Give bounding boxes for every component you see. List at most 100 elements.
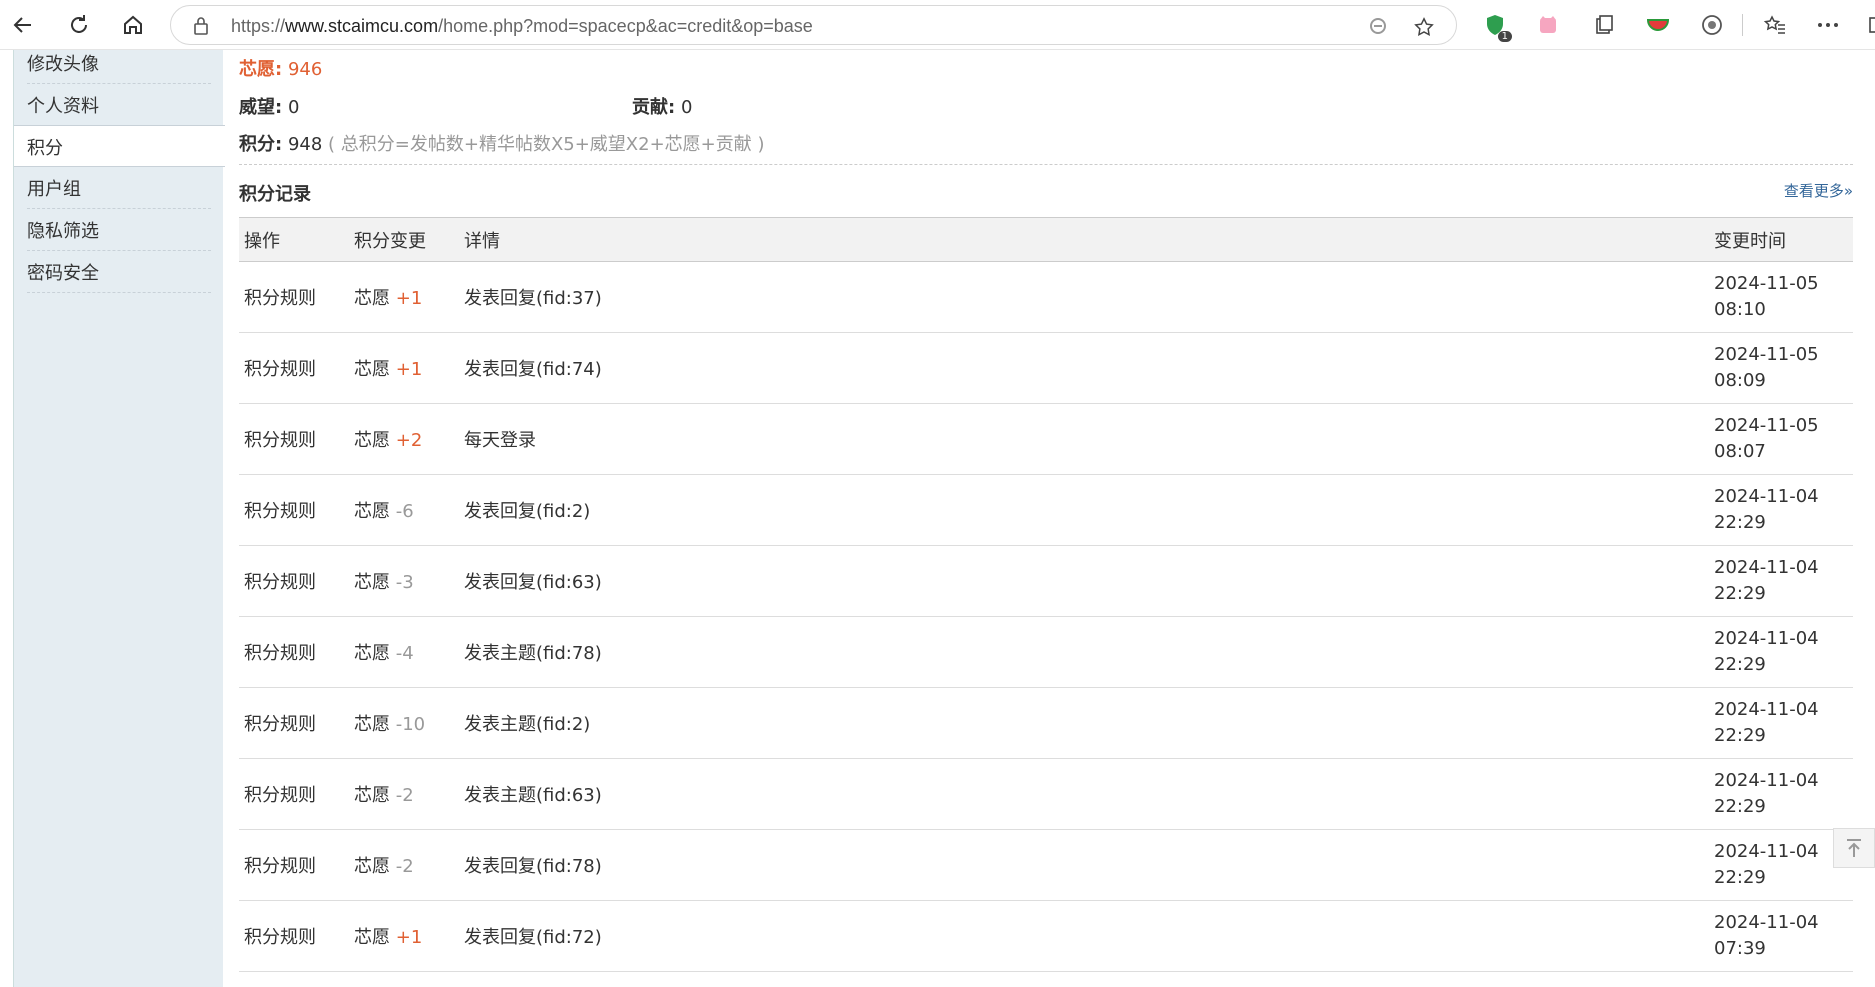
sidebar-item-label: 个人资料 [27,96,99,117]
table-header-row: 操作 积分变更 详情 变更时间 [239,217,1853,262]
table-row: 积分规则 芯愿 -2 发表回复(fid:78) 2024-11-04 22:29 [239,829,1853,901]
cell-change: 芯愿 +1 [349,332,459,404]
stat-value: 0 [287,97,300,118]
stat-gongxian: 贡献: 0 [632,93,692,119]
watermelon-extension-icon[interactable] [1645,12,1671,38]
stat-label: 积分: [239,134,283,155]
browser-toolbar: https://www.stcaimcu.com/home.php?mod=sp… [0,0,1875,50]
credit-formula: ( 总积分=发帖数+精华帖数X5+威望X2+芯愿+贡献 ) [328,134,765,155]
change-type: 芯愿 [354,927,390,948]
sidebar-item-password[interactable]: 密码安全 [14,251,224,293]
stat-label: 贡献: [632,97,676,118]
change-type: 芯愿 [354,856,390,877]
cat-extension-icon[interactable] [1535,12,1561,38]
cell-change: 芯愿 -2 [349,829,459,901]
cell-detail: 发表回复(fid:74) [459,332,1709,404]
sidebar-item-label: 隐私筛选 [27,221,99,242]
shield-extension-icon[interactable]: 1 [1482,12,1512,42]
address-bar[interactable]: https://www.stcaimcu.com/home.php?mod=sp… [170,5,1457,45]
table-row: 积分规则 芯愿 -6 发表回复(fid:2) 2024-11-04 22:29 [239,474,1853,546]
time-clock: 07:39 [1714,938,1766,959]
cell-operation: 积分规则 [239,545,349,617]
divider [239,164,1853,165]
sidebar-item-profile[interactable]: 个人资料 [14,84,224,126]
table-row: 积分规则 芯愿 +1 发表回复(fid:37) 2024-11-05 08:10 [239,261,1853,333]
sidebar-item-credits[interactable]: 积分 [14,125,225,167]
cell-detail: 发表回复(fid:2) [459,474,1709,546]
collections-icon[interactable] [1591,12,1617,38]
immersive-reader-icon[interactable] [1367,16,1389,36]
change-delta: -3 [395,572,414,593]
time-date: 2024-11-05 [1714,344,1819,365]
time-clock: 22:29 [1714,796,1766,817]
more-menu-icon[interactable] [1815,12,1841,38]
credit-log-title: 积分记录 [239,184,311,205]
sidebar-item-usergroup[interactable]: 用户组 [14,167,224,209]
home-button[interactable] [116,8,150,42]
cell-time: 2024-11-04 07:39 [1709,900,1853,972]
reload-button[interactable] [62,8,96,42]
cell-time: 2024-11-05 08:09 [1709,332,1853,404]
back-arrow-icon [13,17,31,33]
time-date: 2024-11-04 [1714,486,1819,507]
cell-detail: 发表主题(fid:63) [459,758,1709,830]
circle-extension-icon[interactable] [1699,12,1725,38]
change-delta: -2 [395,856,414,877]
back-to-top-icon [1847,839,1861,857]
cell-operation: 积分规则 [239,900,349,972]
main-content: 芯愿: 946 威望: 0 贡献: 0 积分: 948 ( 总积分=发帖数+精华… [223,50,1875,987]
stat-jifen: 积分: 948 ( 总积分=发帖数+精华帖数X5+威望X2+芯愿+贡献 ) [239,130,765,156]
cell-time: 2024-11-05 08:07 [1709,403,1853,475]
cell-operation: 积分规则 [239,261,349,333]
time-date: 2024-11-05 [1714,415,1819,436]
view-more-link[interactable]: 查看更多» [1784,180,1853,201]
cell-change: 芯愿 +1 [349,900,459,972]
sidebar-item-label: 积分 [27,138,63,159]
column-header-time: 变更时间 [1709,217,1853,262]
change-delta: -10 [395,714,426,735]
cell-operation: 积分规则 [239,403,349,475]
sidebar-item-privacy[interactable]: 隐私筛选 [14,209,224,251]
cell-time: 2024-11-04 22:29 [1709,829,1853,901]
cell-operation: 积分规则 [239,616,349,688]
cell-detail: 发表回复(fid:72) [459,900,1709,972]
change-type: 芯愿 [354,501,390,522]
cell-change: 芯愿 -6 [349,474,459,546]
change-delta: +1 [395,927,423,948]
time-date: 2024-11-04 [1714,770,1819,791]
table-row: 积分规则 芯愿 -10 发表主题(fid:2) 2024-11-04 22:29 [239,687,1853,759]
table-row: 积分规则 芯愿 +2 每天登录 2024-11-05 08:07 [239,403,1853,475]
lock-icon [194,17,208,35]
table-row: 积分规则 芯愿 +1 发表回复(fid:74) 2024-11-05 08:09 [239,332,1853,404]
sidebar-item-avatar[interactable]: 修改头像 [14,42,224,84]
column-header-change: 积分变更 [349,217,459,262]
change-delta: +2 [395,430,423,451]
sidebar-item-label: 修改头像 [27,54,99,75]
cell-time: 2024-11-04 22:29 [1709,758,1853,830]
change-delta: -4 [395,643,414,664]
change-delta: -2 [395,785,414,806]
change-type: 芯愿 [354,288,390,309]
cell-time: 2024-11-05 08:10 [1709,261,1853,333]
time-clock: 22:29 [1714,654,1766,675]
sidebar-toggle-icon[interactable] [1862,12,1875,38]
cell-operation: 积分规则 [239,332,349,404]
cell-change: 芯愿 +2 [349,403,459,475]
favorites-list-icon[interactable] [1762,12,1788,38]
time-date: 2024-11-05 [1714,273,1819,294]
settings-sidebar: 修改头像 个人资料 积分 用户组 隐私筛选 密码安全 [13,50,225,987]
back-to-top-button[interactable] [1833,828,1875,868]
column-header-detail: 详情 [459,217,1709,262]
favorite-star-icon[interactable] [1413,16,1435,38]
cell-operation: 积分规则 [239,829,349,901]
back-button[interactable] [6,8,40,42]
time-clock: 08:09 [1714,370,1766,391]
table-row: 积分规则 芯愿 -2 发表主题(fid:63) 2024-11-04 22:29 [239,758,1853,830]
cell-detail: 发表主题(fid:2) [459,687,1709,759]
reload-icon [71,15,87,33]
stat-value: 0 [680,97,693,118]
time-clock: 22:29 [1714,725,1766,746]
time-clock: 22:29 [1714,512,1766,533]
change-type: 芯愿 [354,714,390,735]
change-delta: -6 [395,501,414,522]
